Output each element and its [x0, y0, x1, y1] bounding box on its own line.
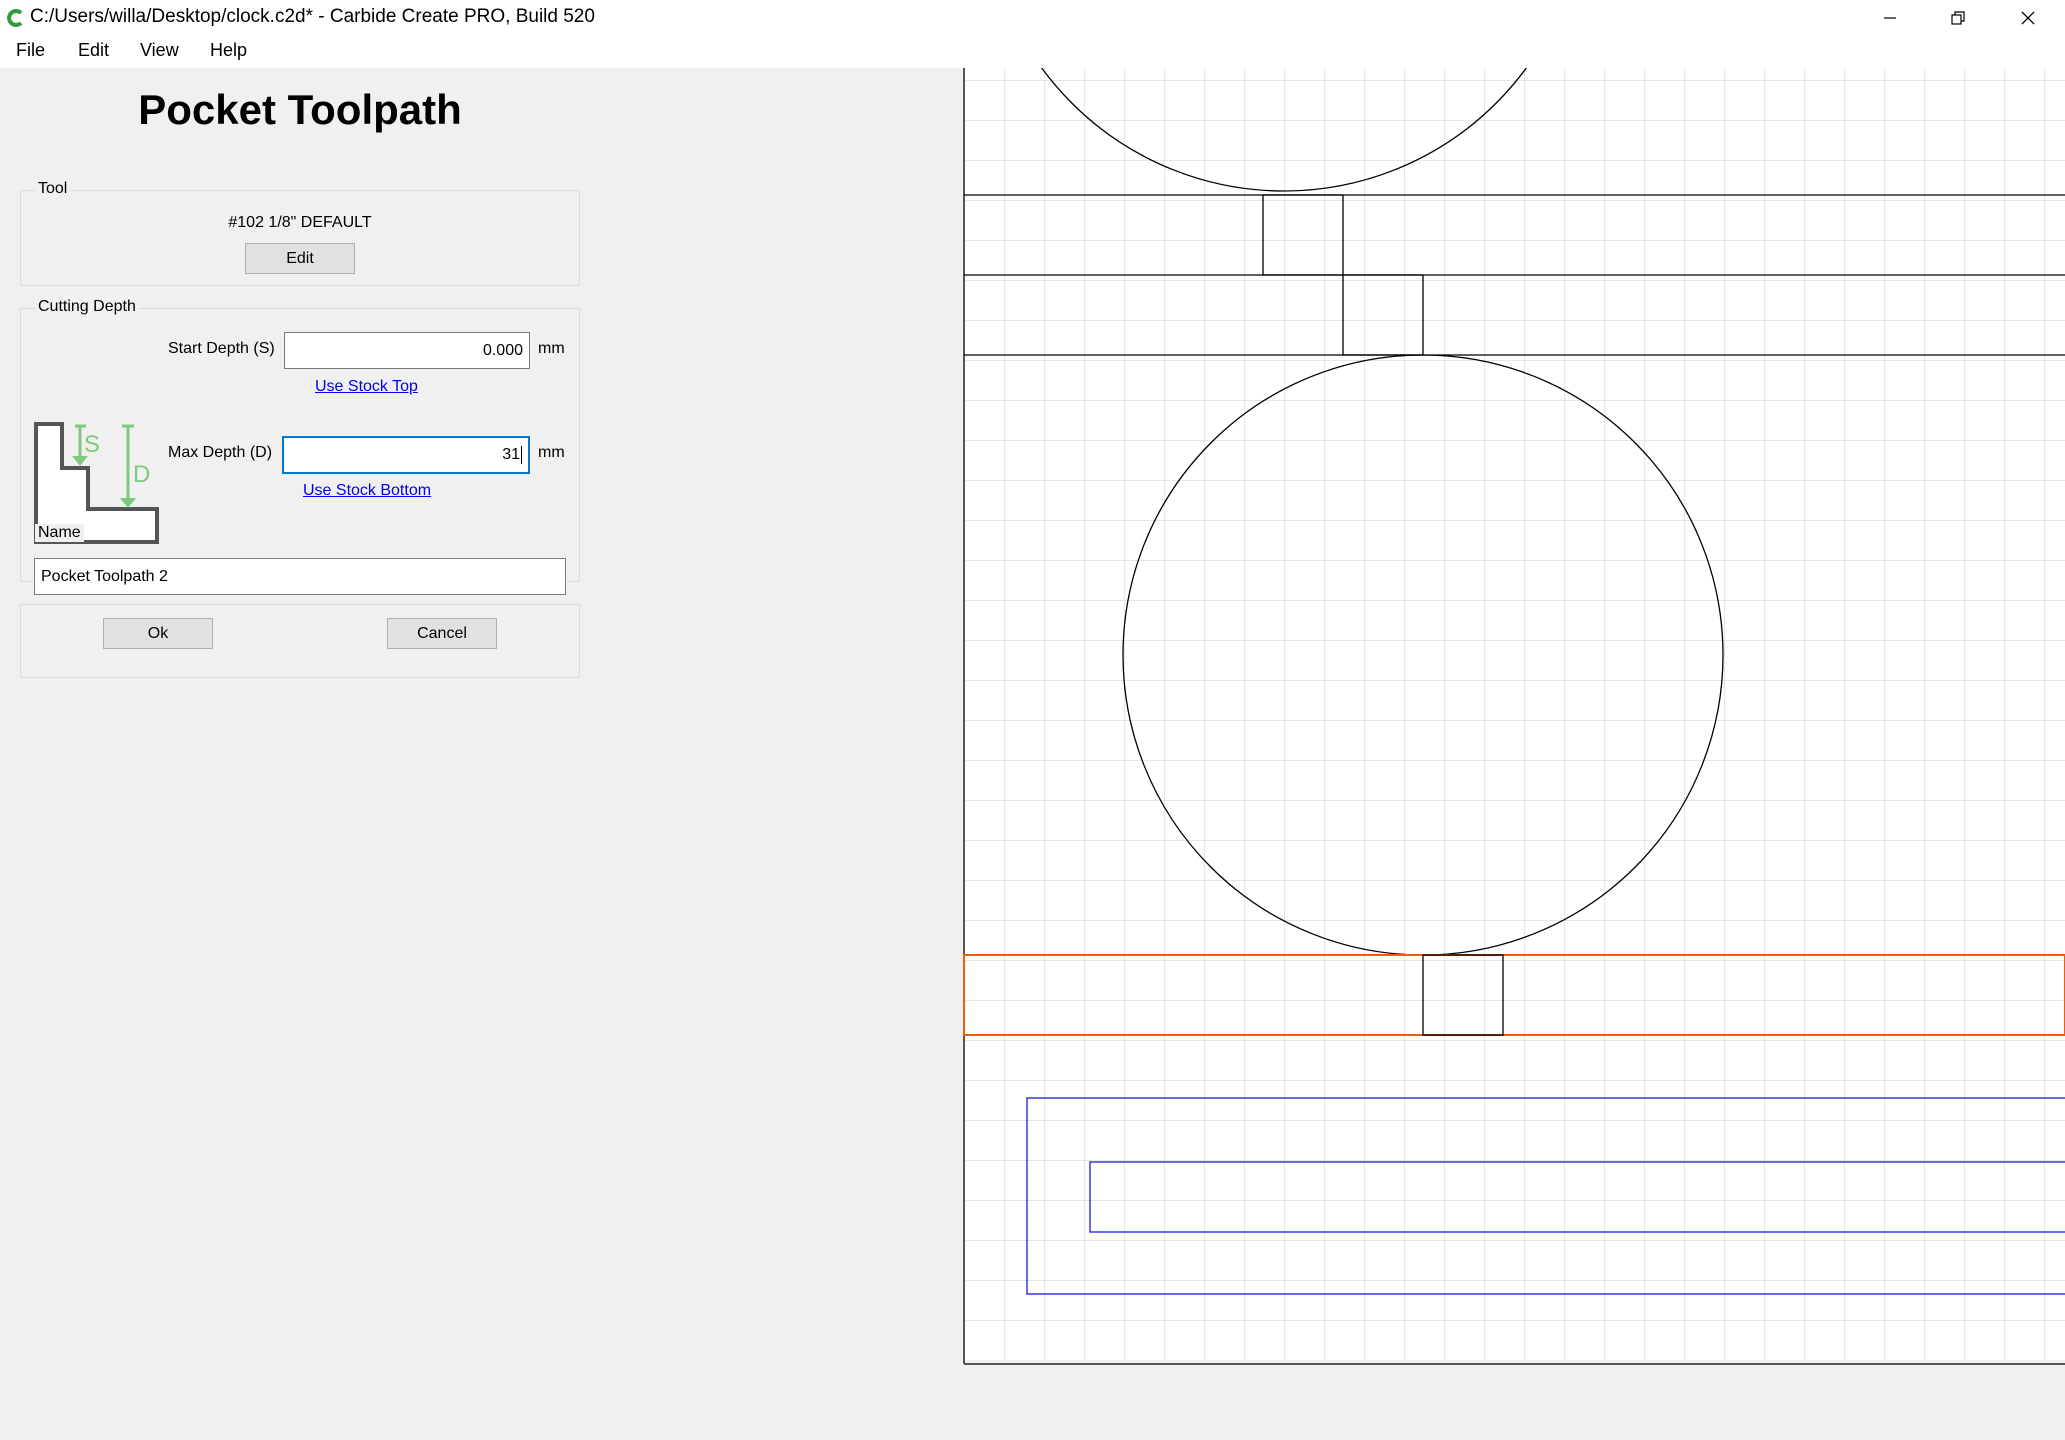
edit-tool-button[interactable]: Edit — [245, 243, 355, 274]
max-depth-input[interactable]: 31 — [282, 436, 530, 474]
max-depth-value: 31 — [502, 446, 520, 463]
title-bar: C:/Users/willa/Desktop/clock.c2d* - Carb… — [0, 0, 2065, 36]
design-canvas[interactable] — [960, 68, 2065, 1440]
pocket-toolpath-panel: Pocket Toolpath Tool #102 1/8" DEFAULT E… — [0, 68, 960, 1440]
close-icon — [2021, 11, 2035, 25]
cutting-depth-group-label: Cutting Depth — [35, 298, 139, 316]
text-caret — [521, 446, 522, 464]
close-button[interactable] — [1993, 0, 2063, 36]
toolpath-name-value: Pocket Toolpath 2 — [41, 567, 168, 585]
diagram-letter-d: D — [133, 461, 150, 488]
cancel-button[interactable]: Cancel — [387, 618, 497, 649]
restore-icon — [1951, 11, 1965, 25]
app-logo-icon — [7, 9, 23, 27]
canvas-svg[interactable] — [960, 68, 2065, 1440]
window-title: C:/Users/willa/Desktop/clock.c2d* - Carb… — [30, 6, 595, 27]
diagram-letter-s: S — [84, 431, 100, 458]
start-depth-input[interactable]: 0.000 — [284, 332, 530, 369]
toolpath-name-input[interactable]: Pocket Toolpath 2 — [34, 558, 566, 595]
start-depth-value: 0.000 — [482, 341, 523, 359]
ok-button[interactable]: Ok — [103, 618, 213, 649]
name-group-label: Name — [35, 524, 84, 542]
menu-bar: File Edit View Help — [0, 36, 2065, 68]
tool-name: #102 1/8" DEFAULT — [228, 214, 372, 231]
minimize-button[interactable] — [1855, 0, 1925, 36]
menu-view[interactable]: View — [140, 40, 179, 61]
menu-help[interactable]: Help — [210, 40, 247, 61]
start-depth-unit: mm — [538, 340, 565, 357]
panel-title: Pocket Toolpath — [138, 86, 462, 133]
max-depth-unit: mm — [538, 444, 565, 461]
menu-file[interactable]: File — [16, 40, 45, 61]
use-stock-bottom-link[interactable]: Use Stock Bottom — [303, 482, 431, 500]
max-depth-label: Max Depth (D) — [168, 444, 273, 461]
start-depth-label: Start Depth (S) — [168, 340, 275, 357]
tool-group-label: Tool — [35, 180, 71, 198]
use-stock-top-link[interactable]: Use Stock Top — [315, 378, 418, 396]
menu-edit[interactable]: Edit — [78, 40, 109, 61]
restore-button[interactable] — [1923, 0, 1993, 36]
minimize-icon — [1884, 17, 1896, 19]
